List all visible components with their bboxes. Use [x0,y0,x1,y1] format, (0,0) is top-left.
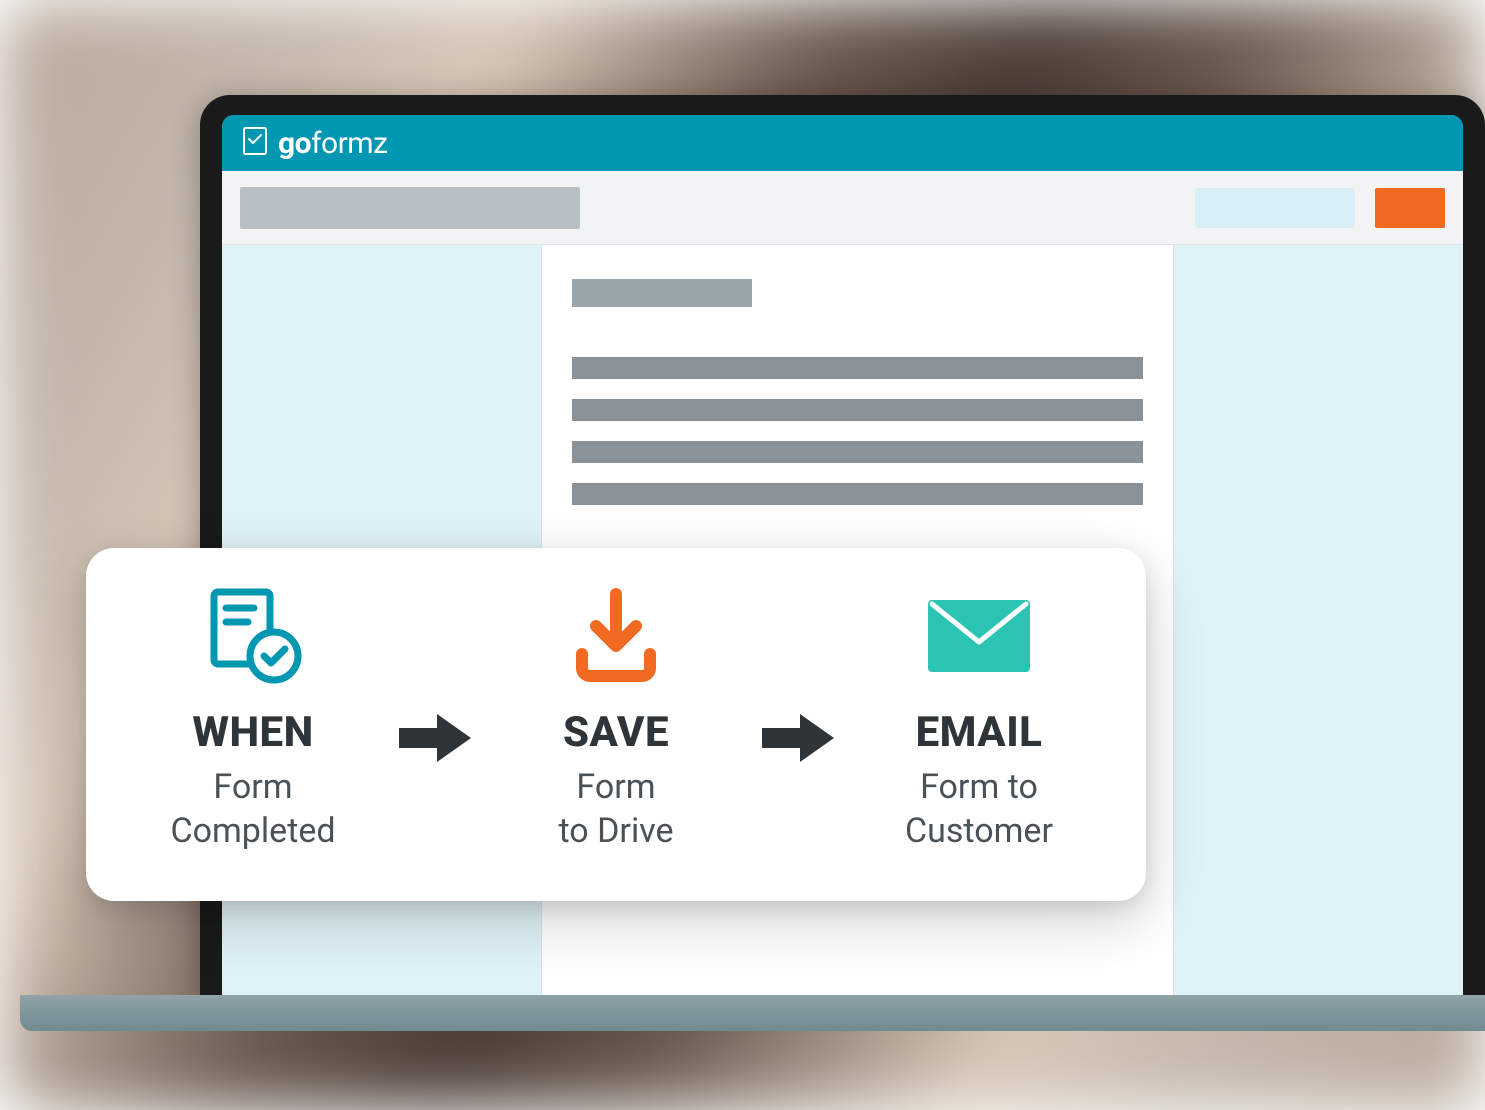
toolbar-secondary-button[interactable] [1195,188,1355,228]
toolbar-title-placeholder [240,187,580,229]
arrow-right-icon [395,670,475,770]
page-title-placeholder [572,279,752,307]
form-check-logo-icon [240,126,270,160]
envelope-icon [924,586,1034,686]
form-check-icon [198,586,308,686]
workflow-step-line: Form to [920,765,1038,809]
toolbar-primary-button[interactable] [1375,188,1445,228]
workflow-step-line: to Drive [559,809,674,853]
workflow-step-title: SAVE [563,708,669,757]
workflow-step-line: Form [576,765,655,809]
workflow-step-line: Completed [170,809,335,853]
text-line-placeholder [572,399,1143,421]
right-panel [1173,245,1463,995]
arrow-right-icon [758,670,838,770]
brand-logo: goformz [240,126,387,161]
text-line-placeholder [572,357,1143,379]
workflow-step-email: EMAIL Form to Customer [864,586,1094,853]
workflow-step-title: WHEN [192,708,313,757]
workflow-step-line: Form [213,765,292,809]
download-icon [566,586,666,686]
workflow-step-line: Customer [905,809,1053,853]
scene-container: goformz [0,0,1485,1110]
text-line-placeholder [572,441,1143,463]
text-line-placeholder [572,483,1143,505]
workflow-step-save: SAVE Form to Drive [501,586,731,853]
brand-topbar: goformz [222,115,1463,171]
app-toolbar [222,171,1463,245]
workflow-step-title: EMAIL [916,708,1043,757]
brand-logo-text: goformz [278,126,387,161]
toolbar-actions [1195,188,1445,228]
laptop-base [20,995,1485,1031]
workflow-step-when: WHEN Form Completed [138,586,368,853]
workflow-card: WHEN Form Completed SAVE Form to Drive [86,548,1146,901]
